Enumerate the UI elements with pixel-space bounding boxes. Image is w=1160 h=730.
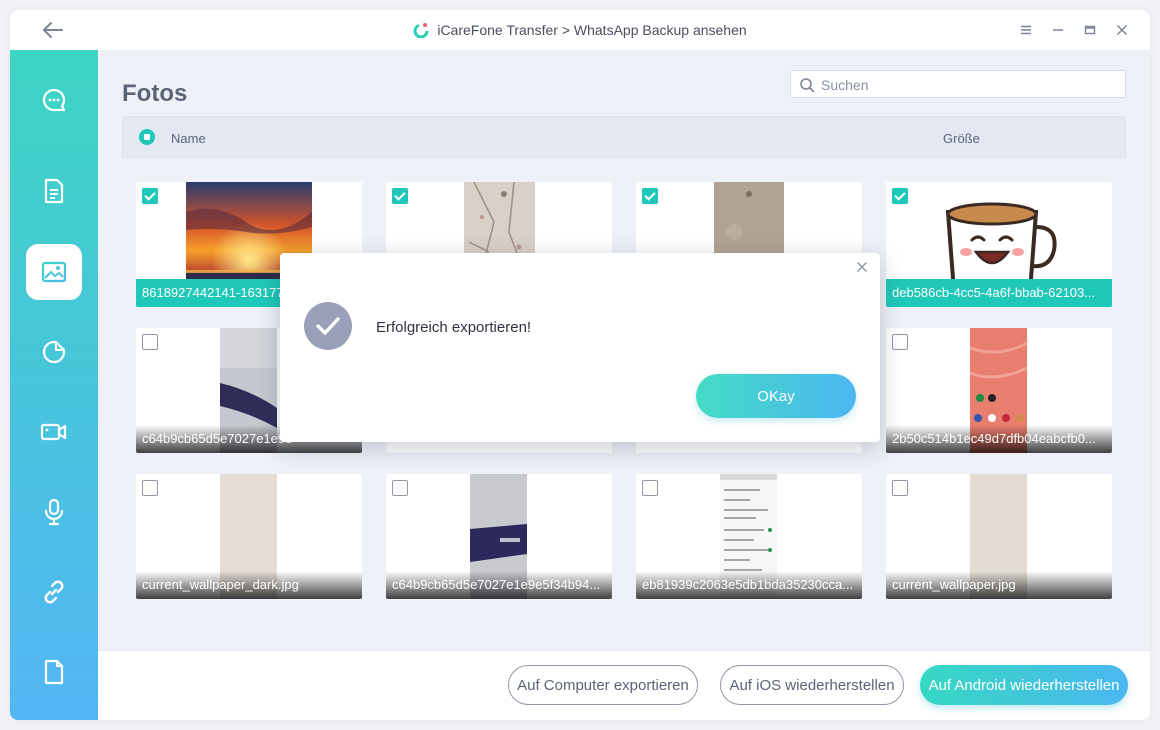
success-check-icon: [304, 302, 352, 350]
dialog-overlay: Erfolgreich exportieren! OKay: [0, 0, 1160, 730]
export-success-dialog: Erfolgreich exportieren! OKay: [280, 253, 880, 442]
close-icon: [857, 262, 867, 272]
dialog-okay-button[interactable]: OKay: [696, 374, 856, 418]
dialog-close-button[interactable]: [854, 259, 870, 275]
dialog-message: Erfolgreich exportieren!: [376, 319, 532, 336]
